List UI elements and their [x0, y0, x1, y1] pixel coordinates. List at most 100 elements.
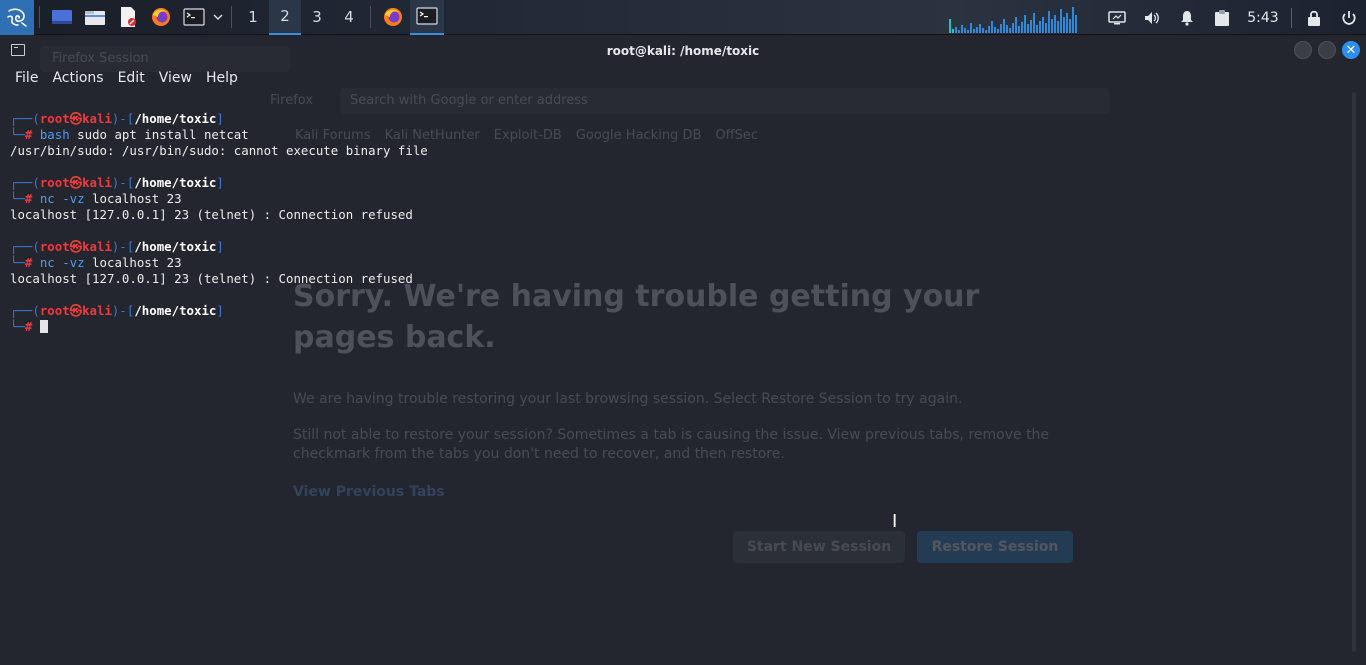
cpu-graph-bar [964, 27, 966, 33]
menu-edit[interactable]: Edit [111, 70, 152, 86]
prompt-user-host: root㉿kali [39, 175, 112, 190]
cpu-graph-bar [979, 23, 981, 33]
command-args: sudo apt install netcat [69, 127, 249, 142]
terminal-scrollbar[interactable] [1352, 92, 1356, 652]
system-tray: 5:43 [949, 0, 1366, 35]
cpu-graph-bar [982, 27, 984, 33]
clock[interactable]: 5:43 [1239, 10, 1287, 26]
taskbar-firefox-button[interactable] [376, 0, 410, 35]
clipboard-icon [1214, 9, 1229, 26]
monitor-icon [1107, 10, 1126, 24]
cpu-graph-bar [1051, 18, 1053, 33]
command-name: bash [39, 127, 70, 142]
cpu-graph-bar [1030, 19, 1032, 33]
cpu-graph-bar [1021, 21, 1023, 33]
prompt-decoration: ┌──( [10, 303, 40, 318]
kali-dragon-icon [7, 8, 27, 27]
prompt-decoration: └─ [10, 191, 25, 206]
prompt-decoration: ] [216, 175, 224, 190]
terminal-launcher[interactable] [177, 0, 210, 35]
prompt-decoration: ┌──( [10, 111, 40, 126]
window-titlebar[interactable]: root@kali: /home/toxic ✕ [0, 36, 1366, 65]
command-args: localhost 23 [84, 255, 182, 270]
volume-button[interactable] [1134, 0, 1169, 35]
cpu-graph-bar [1075, 14, 1077, 33]
cpu-graph-bar [988, 25, 990, 33]
command-line: └─# [10, 319, 428, 335]
prompt-directory: /home/toxic [134, 303, 217, 318]
desktop-icon [51, 10, 72, 24]
prompt-symbol: # [24, 319, 40, 334]
cpu-graph-bar [955, 26, 957, 33]
cpu-graph-bar [1039, 20, 1041, 33]
prompt-line: ┌──(root㉿kali)-[/home/toxic] [10, 111, 428, 127]
prompt-decoration: ┌──( [10, 239, 40, 254]
workspace-1-button[interactable]: 1 [237, 0, 269, 35]
prompt-line: ┌──(root㉿kali)-[/home/toxic] [10, 239, 428, 255]
notifications-button[interactable] [1169, 0, 1204, 35]
cpu-graph-bar [1072, 6, 1074, 33]
prompt-decoration: └─ [10, 319, 25, 334]
cpu-graph-bar [1027, 23, 1029, 33]
panel-separator [231, 6, 232, 28]
terminal-output[interactable]: ┌──(root㉿kali)-[/home/toxic] └─# bash sud… [10, 111, 428, 335]
cpu-graph-bar [997, 28, 999, 33]
speaker-icon [1144, 11, 1159, 24]
text-editor-launcher[interactable] [111, 0, 144, 35]
launcher-dropdown-button[interactable] [210, 0, 226, 35]
command-name: nc [39, 191, 55, 206]
network-monitor-button[interactable] [1099, 0, 1134, 35]
cpu-graph-bar [1012, 22, 1014, 33]
workspace-4-button[interactable]: 4 [333, 0, 365, 35]
maximize-button[interactable] [1318, 41, 1336, 59]
prompt-symbol: # [24, 127, 40, 142]
terminal-icon [182, 8, 205, 26]
cpu-graph-bar [961, 24, 963, 33]
cpu-graph-bar [973, 28, 975, 33]
terminal-cursor [39, 320, 48, 333]
menu-actions[interactable]: Actions [45, 70, 110, 86]
cpu-graph-bar [976, 26, 978, 33]
prompt-directory: /home/toxic [134, 175, 217, 190]
close-icon: ✕ [1345, 42, 1357, 58]
kali-menu-button[interactable] [0, 0, 34, 35]
lock-icon [1307, 10, 1320, 26]
lock-screen-button[interactable] [1296, 0, 1331, 35]
menu-view[interactable]: View [152, 70, 199, 86]
cpu-graph-bar [994, 26, 996, 33]
minimize-button[interactable] [1294, 41, 1312, 59]
workspace-2-button[interactable]: 2 [269, 0, 301, 35]
command-args: localhost 23 [84, 191, 182, 206]
clipboard-button[interactable] [1204, 0, 1239, 35]
file-manager-launcher[interactable] [78, 0, 111, 35]
command-output: localhost [127.0.0.1] 23 (telnet) : Conn… [10, 271, 413, 286]
prompt-decoration: ] [216, 239, 224, 254]
cpu-graph-bar [1015, 16, 1017, 33]
menu-file[interactable]: File [8, 70, 45, 86]
cpu-graph-bar [1024, 14, 1026, 33]
show-desktop-button[interactable] [45, 0, 78, 35]
menu-help[interactable]: Help [199, 70, 245, 86]
top-panel: 1 2 3 4 5:43 [0, 0, 1366, 35]
prompt-line: ┌──(root㉿kali)-[/home/toxic] [10, 175, 428, 191]
prompt-symbol: # [24, 255, 40, 270]
cpu-graph-bar [1045, 22, 1047, 33]
workspace-3-button[interactable]: 3 [301, 0, 333, 35]
logout-button[interactable] [1331, 0, 1366, 35]
command-flag: -vz [54, 191, 85, 206]
command-name: nc [39, 255, 55, 270]
terminal-icon [416, 7, 438, 25]
cpu-graph-bar [958, 29, 960, 33]
close-button[interactable]: ✕ [1342, 41, 1360, 59]
taskbar-terminal-button[interactable] [410, 0, 444, 35]
bell-icon [1180, 10, 1193, 26]
text-editor-icon [120, 7, 136, 27]
cpu-graph-widget[interactable] [949, 3, 1089, 33]
panel-separator [39, 6, 40, 28]
cpu-graph-bar [967, 29, 969, 33]
cpu-graph-bar [949, 18, 951, 33]
firefox-launcher[interactable] [144, 0, 177, 35]
cpu-graph-bar [1063, 16, 1065, 33]
